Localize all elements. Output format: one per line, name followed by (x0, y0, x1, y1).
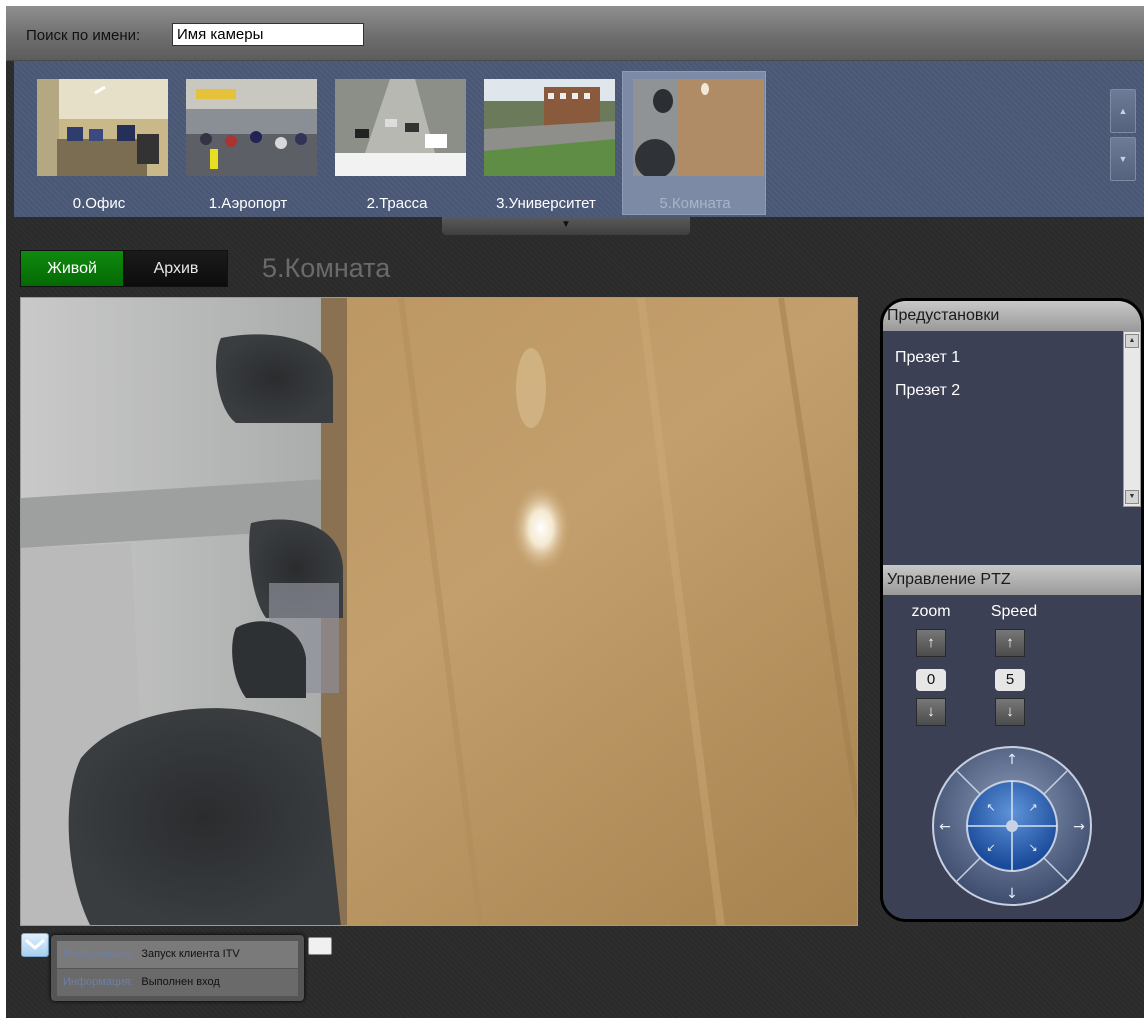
camera-thumbnail (633, 79, 764, 176)
camera-strip: 0.Офис 1.Аэропорт 2.Трасса 3.Университет… (14, 61, 1144, 217)
info-toggle-icon[interactable] (21, 933, 49, 957)
video-feed[interactable] (20, 297, 858, 926)
preset-scrollbar[interactable]: ▲ ▼ (1123, 331, 1141, 507)
strip-collapse-tab[interactable]: ▼ (442, 217, 690, 235)
ptz-header: Управление PTZ (883, 565, 1141, 595)
strip-scroll-down-button[interactable]: ▼ (1110, 137, 1136, 181)
scroll-up-icon[interactable]: ▲ (1125, 334, 1139, 348)
camera-thumbnail (335, 79, 466, 176)
log-message: Запуск клиента ITV (141, 948, 240, 960)
camera-tile-room[interactable]: 5.Комната (622, 71, 766, 215)
camera-thumbnail (484, 79, 615, 176)
presets-header: Предустановки (883, 301, 1141, 331)
camera-label: 1.Аэропорт (208, 195, 288, 212)
svg-text:↓: ↓ (1006, 886, 1018, 902)
camera-label: 2.Трасса (366, 195, 428, 212)
speed-up-button[interactable]: ↑ (995, 629, 1025, 657)
video-frame (21, 298, 857, 925)
search-input[interactable] (172, 23, 364, 46)
camera-label: 0.Офис (72, 195, 126, 212)
zoom-down-button[interactable]: ↓ (916, 698, 946, 726)
camera-tile-highway[interactable]: 2.Трасса (324, 71, 468, 215)
svg-text:←: ← (939, 819, 951, 835)
strip-scroll-up-button[interactable]: ▲ (1110, 89, 1136, 133)
preset-item[interactable]: Презет 1 (895, 349, 960, 382)
control-panel: Предустановки Презет 1 Презет 2 ▲ ▼ Упра… (880, 298, 1144, 922)
log-type: Информация: (63, 976, 134, 988)
svg-text:↑: ↑ (1006, 752, 1018, 768)
info-log: Информация: Запуск клиента ITV Информация… (51, 935, 304, 1001)
svg-text:↘: ↘ (1028, 841, 1037, 854)
camera-tile-university[interactable]: 3.Университет (473, 71, 617, 215)
speed-value: 5 (995, 669, 1025, 691)
svg-text:→: → (1073, 819, 1085, 835)
camera-label: 5.Комната (659, 195, 731, 212)
svg-text:↖: ↖ (986, 801, 995, 814)
search-label: Поиск по имени: (26, 27, 141, 44)
svg-text:↙: ↙ (986, 841, 995, 854)
log-row: Информация: Запуск клиента ITV (57, 941, 298, 968)
zoom-value: 0 (916, 669, 946, 691)
svg-text:↗: ↗ (1028, 801, 1037, 814)
camera-tile-airport[interactable]: 1.Аэропорт (175, 71, 319, 215)
search-bar: Поиск по имени: (6, 6, 1144, 61)
log-message: Выполнен вход (141, 976, 220, 988)
log-type: Информация: (63, 948, 134, 960)
live-button[interactable]: Живой (20, 250, 124, 287)
speed-label: Speed (990, 603, 1038, 620)
preset-list: Презет 1 Презет 2 (895, 349, 960, 415)
current-camera-title: 5.Комната (262, 253, 391, 283)
camera-thumbnail (37, 79, 168, 176)
preset-item[interactable]: Презет 2 (895, 382, 960, 415)
camera-thumbnail (186, 79, 317, 176)
info-clear-button[interactable] (308, 937, 332, 955)
ptz-joystick[interactable]: ↑ ↓ ← → ↖ ↗ ↙ ↘ (931, 745, 1093, 907)
app-window: Поиск по имени: 0.Офис (6, 6, 1144, 1018)
camera-label: 3.Университет (496, 195, 596, 212)
scroll-down-icon[interactable]: ▼ (1125, 490, 1139, 504)
camera-tile-office[interactable]: 0.Офис (26, 71, 170, 215)
archive-button[interactable]: Архив (124, 250, 228, 287)
log-row: Информация: Выполнен вход (57, 969, 298, 996)
zoom-up-button[interactable]: ↑ (916, 629, 946, 657)
speed-down-button[interactable]: ↓ (995, 698, 1025, 726)
zoom-label: zoom (911, 603, 951, 620)
